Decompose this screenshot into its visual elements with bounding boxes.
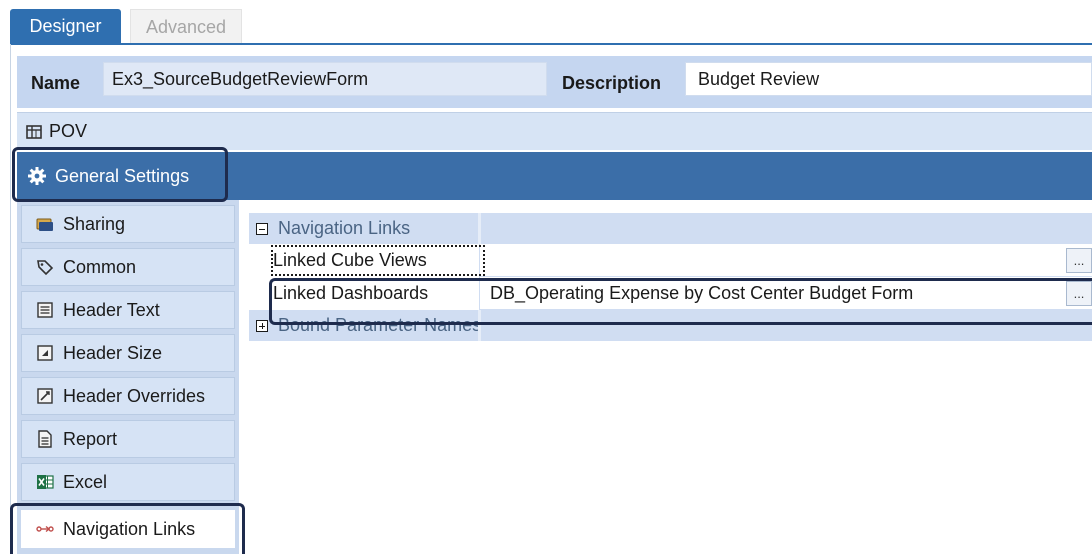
excel-icon [37,475,54,489]
sidebar-item-label: Header Size [63,342,163,363]
pov-icon [26,124,42,139]
sidebar-item-navigation-links[interactable]: Navigation Links [21,510,235,548]
sidebar-item-sharing[interactable]: Sharing [21,205,235,243]
panel-left-edge [10,44,11,554]
property-name: Linked Dashboards [249,277,479,310]
property-panel: Navigation Links Linked Cube Views ... L… [240,200,1092,554]
sidebar-item-label: Navigation Links [63,518,196,539]
description-field[interactable]: Budget Review [685,62,1092,96]
sidebar-item-header-size[interactable]: Header Size [21,334,235,372]
gear-icon [28,167,46,185]
sidebar-item-label: Header Overrides [63,385,206,406]
sidebar-item-report[interactable]: Report [21,420,235,458]
header-overrides-icon [37,388,53,404]
category-label: Navigation Links [278,218,411,238]
general-settings-section-header[interactable]: General Settings [17,152,1092,200]
linked-cube-views-value[interactable]: ... [479,244,1092,277]
sidebar-item-label: Report [63,428,118,449]
category-label: Bound Parameter Names [278,315,482,335]
tab-underline [10,43,1092,45]
browse-button[interactable]: ... [1066,281,1092,306]
name-field[interactable]: Ex3_SourceBudgetReviewForm [103,62,547,96]
sidebar-item-label: Header Text [63,299,160,320]
column-divider [478,213,481,244]
sidebar-item-header-overrides[interactable]: Header Overrides [21,377,235,415]
property-row-linked-dashboards[interactable]: Linked Dashboards DB_Operating Expense b… [249,277,1092,310]
settings-sidebar: Sharing Common Header Text Header Size H… [17,200,239,554]
pov-label: POV [49,121,88,141]
sidebar-item-label: Sharing [63,213,126,234]
browse-button[interactable]: ... [1066,248,1092,273]
collapse-icon[interactable] [256,222,268,235]
expand-icon[interactable] [256,319,268,332]
pov-section-header[interactable]: POV [17,112,1092,150]
sidebar-item-header-text[interactable]: Header Text [21,291,235,329]
report-icon [38,430,52,448]
tab-designer[interactable]: Designer [10,9,121,44]
category-bound-parameter-names[interactable]: Bound Parameter Names [249,310,1092,341]
property-row-linked-cube-views[interactable]: Linked Cube Views ... [249,244,1092,277]
focus-indicator [271,245,485,276]
sidebar-item-excel[interactable]: Excel [21,463,235,501]
property-grid: Navigation Links Linked Cube Views ... L… [249,213,1092,341]
sidebar-item-common[interactable]: Common [21,248,235,286]
linked-dashboards-value[interactable]: DB_Operating Expense by Cost Center Budg… [479,277,1092,310]
name-label: Name [31,73,81,93]
tab-bar: Designer Advanced [0,0,1092,44]
property-value: DB_Operating Expense by Cost Center Budg… [490,282,914,303]
header-text-icon [37,302,53,318]
description-label: Description [562,73,662,93]
sharing-icon [36,218,53,231]
tab-advanced[interactable]: Advanced [130,9,242,44]
name-description-row: Name Ex3_SourceBudgetReviewForm Descript… [17,56,1092,108]
sidebar-item-label: Excel [63,471,108,492]
column-divider [478,310,481,341]
navigation-links-icon [36,525,54,533]
general-settings-label: General Settings [55,165,190,186]
tag-icon [37,260,54,276]
category-navigation-links[interactable]: Navigation Links [249,213,1092,244]
sidebar-item-label: Common [63,256,137,277]
header-size-icon [37,345,53,361]
